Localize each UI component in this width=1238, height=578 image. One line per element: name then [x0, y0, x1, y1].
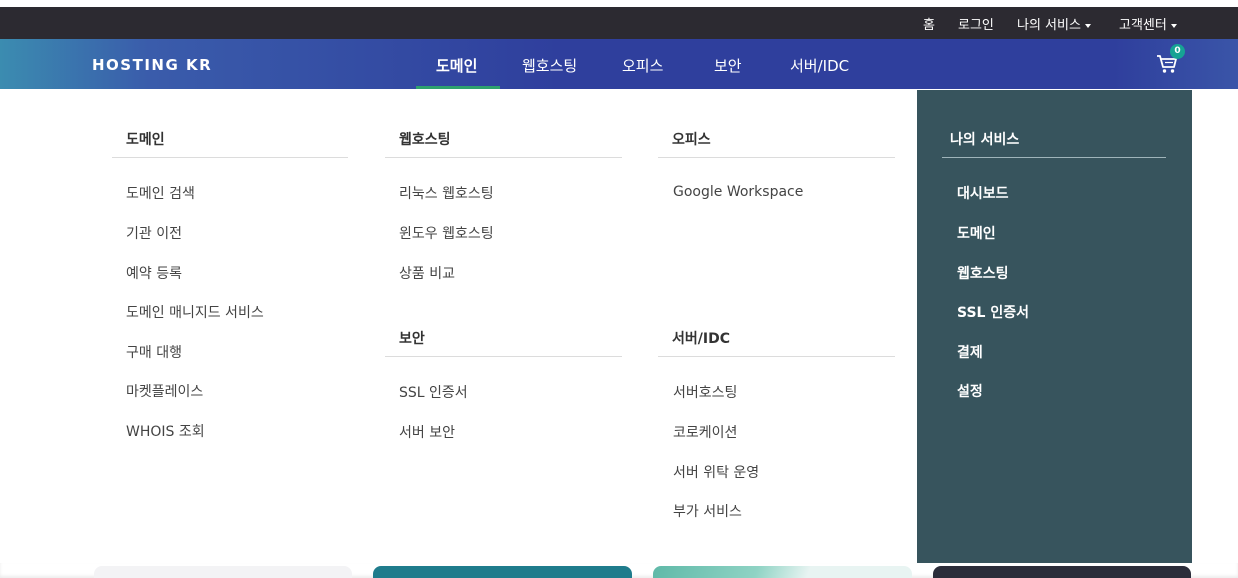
link-server-management[interactable]: 서버 위탁 운영 [673, 462, 759, 482]
link-google-workspace[interactable]: Google Workspace [673, 184, 803, 200]
link-purchase-agent[interactable]: 구매 대행 [126, 342, 182, 362]
link-whois[interactable]: WHOIS 조회 [126, 421, 205, 441]
column-title-domain: 도메인 [112, 129, 348, 158]
nav-item-webhosting[interactable]: 웹호스팅 [522, 55, 577, 76]
link-domain-search[interactable]: 도메인 검색 [126, 183, 195, 203]
nav-item-security[interactable]: 보안 [714, 55, 742, 76]
column-title-security: 보안 [385, 328, 622, 357]
cart-count-badge: 0 [1170, 44, 1185, 59]
content-card [373, 566, 632, 578]
logo[interactable]: HOSTING KR [92, 56, 212, 74]
home-link[interactable]: 홈 [923, 14, 935, 33]
link-server-security[interactable]: 서버 보안 [399, 422, 455, 442]
content-card [933, 566, 1191, 578]
link-dashboard[interactable]: 대시보드 [957, 183, 1009, 203]
column-title-office: 오피스 [658, 129, 895, 158]
link-linux-hosting[interactable]: 리눅스 웹호스팅 [399, 183, 494, 203]
nav-item-domain[interactable]: 도메인 [436, 55, 477, 76]
column-title-server-idc: 서버/IDC [658, 328, 895, 357]
link-ssl[interactable]: SSL 인증서 [399, 382, 468, 402]
column-title-my-services: 나의 서비스 [942, 129, 1166, 158]
content-card [653, 566, 912, 578]
nav-item-server-idc[interactable]: 서버/IDC [790, 55, 849, 76]
link-my-webhosting[interactable]: 웹호스팅 [957, 263, 1009, 283]
link-server-hosting[interactable]: 서버호스팅 [673, 382, 737, 402]
link-marketplace[interactable]: 마켓플레이스 [126, 381, 203, 401]
link-windows-hosting[interactable]: 윈도우 웹호스팅 [399, 223, 494, 243]
nav-item-office[interactable]: 오피스 [622, 55, 663, 76]
my-services-label: 나의 서비스 [1017, 18, 1081, 33]
support-label: 고객센터 [1119, 18, 1167, 33]
column-title-webhosting: 웹호스팅 [385, 129, 622, 158]
login-link[interactable]: 로그인 [958, 14, 994, 33]
my-services-panel: 나의 서비스 대시보드 도메인 웹호스팅 SSL 인증서 결제 설정 [917, 90, 1192, 564]
link-reservation[interactable]: 예약 등록 [126, 263, 182, 283]
content-card [94, 566, 352, 578]
utility-bar: 홈 로그인 나의 서비스 고객센터 [0, 0, 1238, 39]
link-settings[interactable]: 설정 [957, 381, 983, 401]
chevron-down-icon [1170, 23, 1177, 28]
support-dropdown[interactable]: 고객센터 [1119, 14, 1177, 33]
link-compare-products[interactable]: 상품 비교 [399, 263, 455, 283]
my-services-dropdown[interactable]: 나의 서비스 [1017, 14, 1091, 33]
chevron-down-icon [1084, 23, 1091, 28]
main-navigation: HOSTING KR 도메인 웹호스팅 오피스 보안 서버/IDC [0, 39, 1238, 89]
link-my-ssl[interactable]: SSL 인증서 [957, 302, 1029, 322]
link-addon-services[interactable]: 부가 서비스 [673, 501, 742, 521]
link-colocation[interactable]: 코로케이션 [673, 422, 737, 442]
link-billing[interactable]: 결제 [957, 342, 983, 362]
link-my-domain[interactable]: 도메인 [957, 223, 996, 243]
link-managed-service[interactable]: 도메인 매니지드 서비스 [126, 302, 264, 322]
link-transfer[interactable]: 기관 이전 [126, 223, 182, 243]
